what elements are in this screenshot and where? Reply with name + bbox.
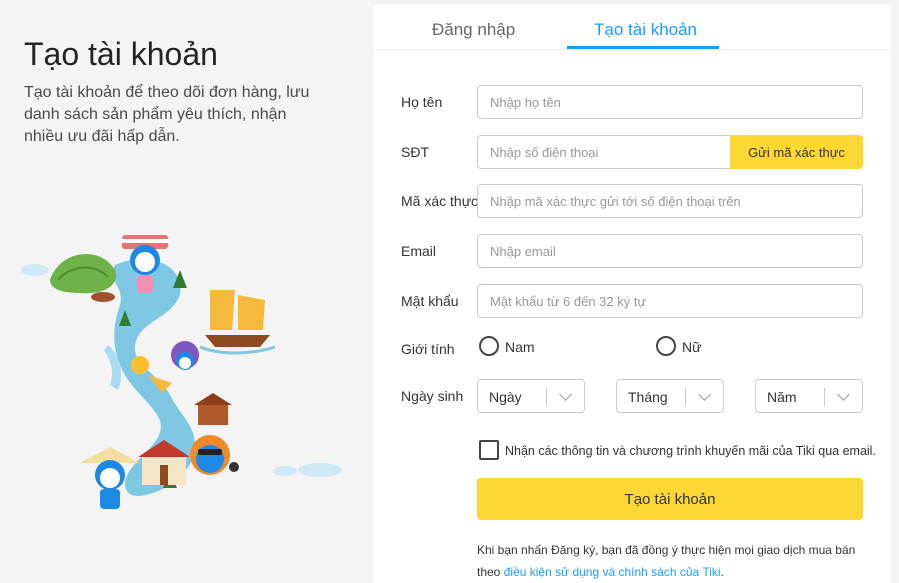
email-input[interactable] xyxy=(477,234,863,268)
page-description: Tạo tài khoản để theo dõi đơn hàng, lưu … xyxy=(24,84,310,145)
dob-month-select[interactable]: Tháng xyxy=(616,379,724,413)
intro-panel: Tạo tài khoản Tạo tài khoản để theo dõi … xyxy=(0,0,360,583)
password-row: Mật khẩu xyxy=(401,284,863,318)
promo-checkbox-label: Nhận các thông tin và chương trình khuyế… xyxy=(505,444,876,458)
dob-row: Ngày sinh Ngày Tháng Năm xyxy=(401,379,863,413)
password-label: Mật khẩu xyxy=(401,293,459,309)
gender-row: Giới tính Nam Nữ xyxy=(401,332,863,366)
tab-register[interactable]: Tạo tài khoản xyxy=(594,20,697,40)
dob-month-value: Tháng xyxy=(628,389,668,405)
active-tab-indicator xyxy=(567,46,719,49)
vietnam-map-illustration xyxy=(21,235,342,509)
send-code-button[interactable]: Gửi mã xác thực xyxy=(730,135,863,169)
auth-tabs: Đăng nhập Tạo tài khoản xyxy=(374,4,891,50)
dob-day-select[interactable]: Ngày xyxy=(477,379,585,413)
email-row: Email xyxy=(401,234,863,268)
phone-label: SĐT xyxy=(401,144,429,160)
password-input[interactable] xyxy=(477,284,863,318)
promo-checkbox[interactable] xyxy=(479,440,499,460)
chevron-down-icon xyxy=(837,388,850,401)
code-label: Mã xác thực xyxy=(401,193,479,209)
page-title: Tạo tài khoản xyxy=(24,36,218,72)
phone-row: SĐT Gửi mã xác thực xyxy=(401,135,863,169)
phone-input[interactable] xyxy=(477,135,733,169)
gender-female-radio[interactable] xyxy=(656,336,676,356)
dob-day-value: Ngày xyxy=(489,389,522,405)
code-row: Mã xác thực xyxy=(401,184,863,218)
name-label: Họ tên xyxy=(401,94,443,110)
terms-notice: Khi bạn nhấn Đăng ký, bạn đã đồng ý thực… xyxy=(477,539,867,583)
dob-year-value: Năm xyxy=(767,389,797,405)
gender-label: Giới tính xyxy=(401,341,455,357)
dob-label: Ngày sinh xyxy=(401,388,464,404)
tab-login[interactable]: Đăng nhập xyxy=(432,20,515,40)
name-input[interactable] xyxy=(477,85,863,119)
dob-year-select[interactable]: Năm xyxy=(755,379,863,413)
gender-male-label: Nam xyxy=(505,339,535,355)
create-account-button[interactable]: Tạo tài khoản xyxy=(477,478,863,520)
terms-link[interactable]: điều kiện sử dụng và chính sách của Tiki xyxy=(504,565,721,579)
email-label: Email xyxy=(401,243,437,259)
name-row: Họ tên xyxy=(401,85,863,119)
chevron-down-icon xyxy=(559,388,572,401)
code-input[interactable] xyxy=(477,184,863,218)
register-panel: Đăng nhập Tạo tài khoản Họ tên SĐT Gửi m… xyxy=(374,4,891,583)
gender-male-radio[interactable] xyxy=(479,336,499,356)
chevron-down-icon xyxy=(698,388,711,401)
select-divider xyxy=(685,388,686,406)
gender-female-label: Nữ xyxy=(682,339,702,355)
select-divider xyxy=(824,388,825,406)
terms-end: . xyxy=(720,565,724,579)
select-divider xyxy=(546,388,547,406)
